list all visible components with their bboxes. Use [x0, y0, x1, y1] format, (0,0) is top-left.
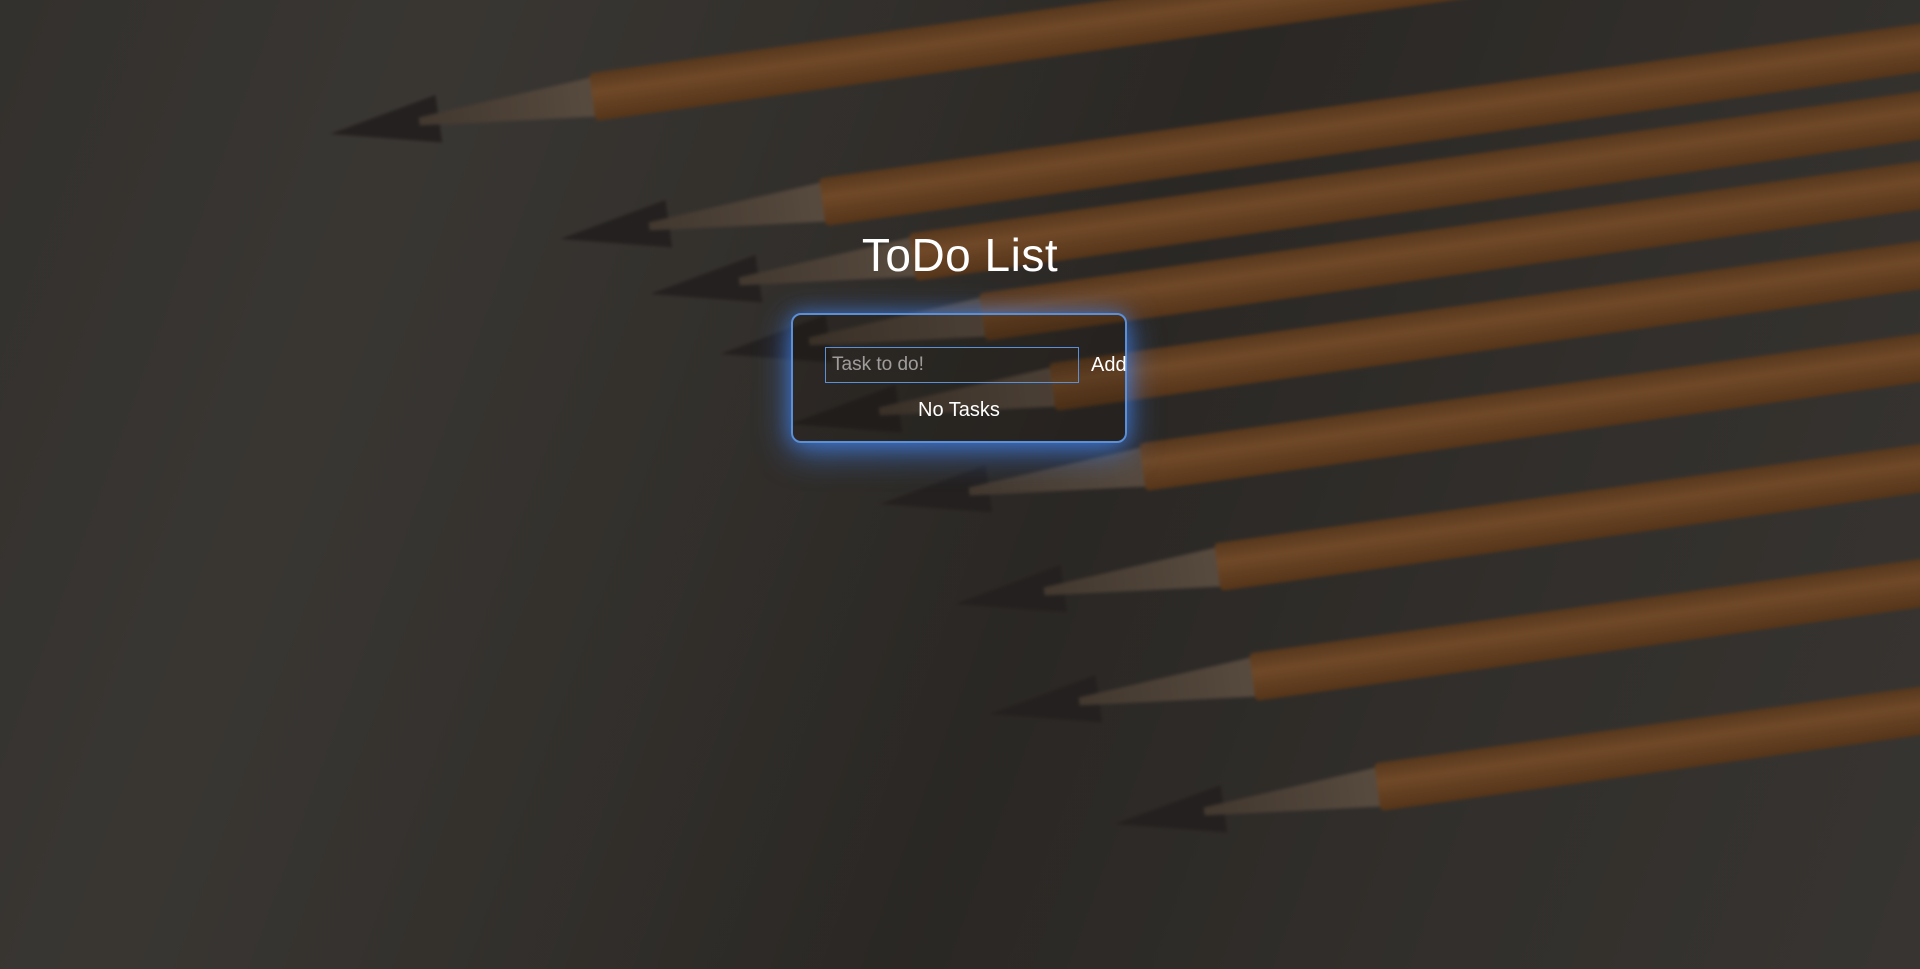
- page-title: ToDo List: [861, 229, 1059, 281]
- todo-card: Add No Tasks: [791, 313, 1127, 443]
- todo-app: ToDo List Add No Tasks: [0, 0, 1920, 969]
- empty-tasks-message: No Tasks: [918, 399, 1000, 421]
- task-input[interactable]: [826, 348, 1083, 382]
- add-button[interactable]: Add: [1083, 354, 1135, 377]
- add-task-form: Add: [825, 347, 1127, 383]
